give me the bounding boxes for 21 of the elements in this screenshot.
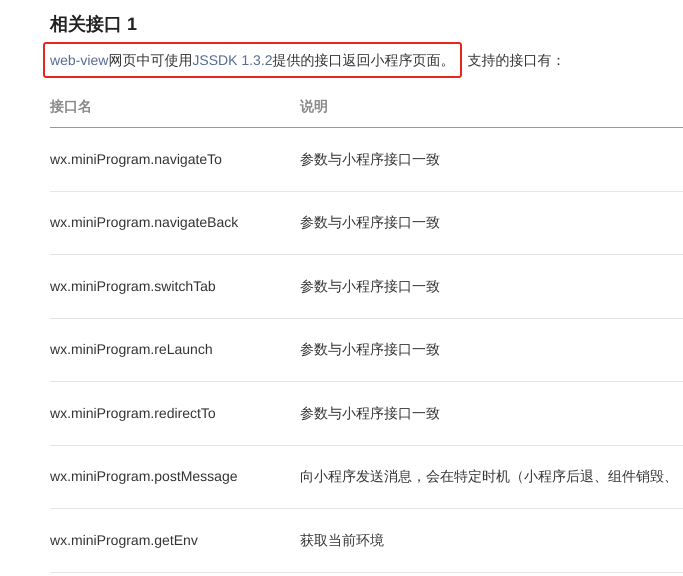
column-header: 说明 [300,98,328,114]
intro-text: 支持的接口有： [468,50,566,70]
table-cell: 参数与小程序接口一致 [300,150,440,167]
link[interactable]: web-view [50,52,108,68]
table-cell: 参数与小程序接口一致 [300,404,440,421]
table-cell: wx.miniProgram.redirectTo [50,404,216,421]
section-heading: 相关接口 1 [50,13,138,36]
table-cell: wx.miniProgram.reLaunch [50,341,213,358]
table-cell: wx.miniProgram.switchTab [50,278,216,294]
table-cell: wx.miniProgram.postMessage [50,468,238,484]
table-cell: 参数与小程序接口一致 [300,278,440,294]
intro-sentence: web-view网页中可使用JSSDK 1.3.2提供的接口返回小程序页面。 [43,42,462,78]
table-cell: wx.miniProgram.getEnv [50,532,198,548]
table-cell: wx.miniProgram.navigateBack [50,214,238,230]
table-cell: 向小程序发送消息，会在特定时机（小程序后退、组件销毁、 [300,468,678,484]
table-cell: 参数与小程序接口一致 [300,341,440,358]
table-cell: 参数与小程序接口一致 [300,214,440,230]
table-cell: wx.miniProgram.navigateTo [50,150,222,167]
table-cell: 获取当前环境 [300,532,384,548]
link[interactable]: JSSDK 1.3.2 [192,52,273,68]
column-header: 接口名 [50,98,92,114]
